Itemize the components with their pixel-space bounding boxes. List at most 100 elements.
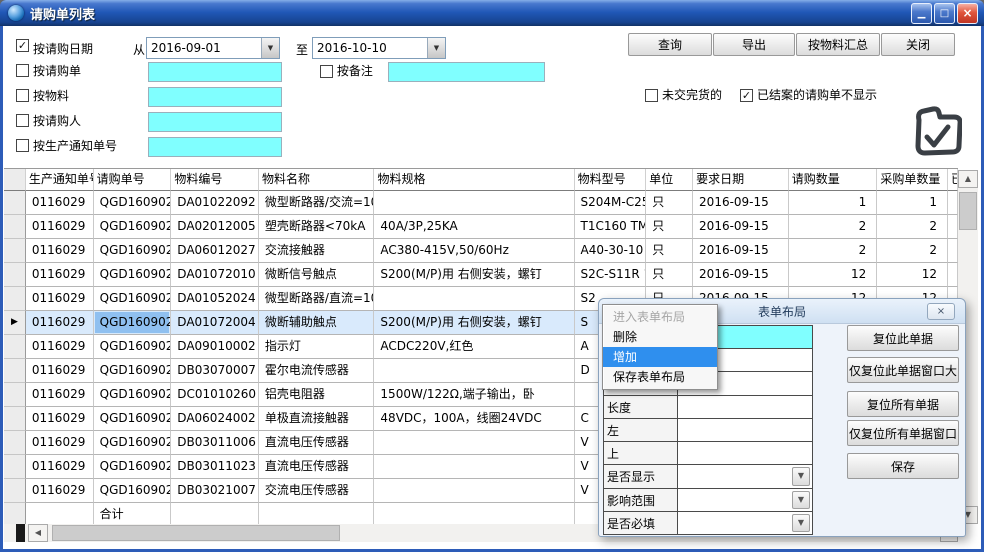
flag-checkbox[interactable]: ✓ [740,89,753,102]
table-cell[interactable]: 只 [646,215,693,239]
table-cell[interactable]: 塑壳断路器<70kA [259,215,375,239]
table-cell[interactable]: DA06012027 [171,239,259,263]
table-cell[interactable]: 2016-09-15 [693,191,789,215]
table-cell[interactable]: 2 [789,239,878,263]
table-cell[interactable] [948,263,958,287]
property-value[interactable] [678,442,812,464]
filter-input[interactable] [148,137,282,157]
dialog-button-5[interactable]: 保存 [847,453,959,479]
column-header[interactable]: 已 [948,169,958,191]
property-value[interactable]: ▼ [678,489,812,511]
table-cell[interactable]: 单极直流接触器 [259,407,375,431]
table-cell[interactable]: QGD160902001 [94,287,172,311]
remark-input[interactable] [388,62,545,82]
table-cell[interactable]: 0116029 [26,383,94,407]
action-button-3[interactable]: 按物料汇总 [796,33,880,56]
action-button-1[interactable]: 查询 [628,33,712,56]
date-from-combobox[interactable]: 2016-09-01 ▼ [146,37,280,59]
property-value[interactable]: ▼ [678,465,812,487]
filter-checkbox[interactable] [16,139,29,152]
record-selector[interactable] [4,431,26,455]
table-cell[interactable]: 0116029 [26,215,94,239]
flag-checkbox[interactable] [645,89,658,102]
table-cell[interactable] [374,359,574,383]
table-cell[interactable]: 微断信号触点 [259,263,375,287]
record-selector[interactable] [4,383,26,407]
table-cell[interactable] [374,431,574,455]
table-cell[interactable]: 铝壳电阻器 [259,383,375,407]
pane-splitter[interactable] [16,524,25,542]
table-cell[interactable]: DA01072010 [171,263,259,287]
table-cell[interactable]: ACDC220V,红色 [374,335,574,359]
remark-checkbox[interactable] [320,65,333,78]
table-row[interactable]: 0116029QGD160902001DA06012027交流接触器AC380-… [4,239,958,263]
table-cell[interactable]: QGD160902001 [94,263,172,287]
table-cell[interactable]: 48VDC，100A，线圈24VDC [374,407,574,431]
table-cell[interactable]: DB03011023 [171,455,259,479]
property-value[interactable]: ▼ [678,512,812,534]
table-row[interactable]: 0116029QGD160902001DA01072010微断信号触点S200(… [4,263,958,287]
scroll-left-icon[interactable]: ◀ [28,524,48,542]
chevron-down-icon[interactable]: ▼ [261,38,279,58]
column-header[interactable]: 物料名称 [259,169,375,191]
table-cell[interactable]: QGD160902001 [94,239,172,263]
table-cell[interactable]: 指示灯 [259,335,375,359]
record-selector[interactable] [4,407,26,431]
table-cell[interactable]: QGD160902001 [94,191,172,215]
menu-item[interactable]: 增加 [603,347,717,367]
table-cell[interactable]: 微型断路器/直流=10kA [259,287,375,311]
table-cell[interactable] [374,287,574,311]
table-row[interactable]: 0116029QGD160902001DA01022092微型断路器/交流=10… [4,191,958,215]
chevron-down-icon[interactable]: ▼ [792,467,810,485]
column-header[interactable]: 采购单数量 [877,169,948,191]
table-cell[interactable]: 0116029 [26,287,94,311]
column-header[interactable]: 要求日期 [693,169,789,191]
table-cell[interactable]: T1C160 TMD [575,215,647,239]
chevron-down-icon[interactable]: ▼ [792,491,810,509]
menu-item[interactable]: 删除 [603,327,717,347]
record-selector[interactable]: ▶ [4,311,26,335]
table-cell[interactable]: 2016-09-15 [693,263,789,287]
table-cell[interactable]: DB03021007 [171,479,259,503]
dialog-button-2[interactable]: 仅复位此单据窗口大小 [847,357,959,383]
record-selector[interactable] [4,215,26,239]
dialog-button-1[interactable]: 复位此单据 [847,325,959,351]
table-cell[interactable]: 12 [789,263,878,287]
table-cell[interactable]: 2016-09-15 [693,239,789,263]
table-cell[interactable] [948,191,958,215]
record-selector[interactable] [4,455,26,479]
property-value[interactable] [678,396,812,418]
table-cell[interactable]: 只 [646,263,693,287]
column-header[interactable]: 生产通知单号 [26,169,94,191]
table-cell[interactable]: QGD160902001 [94,215,172,239]
record-selector[interactable] [4,191,26,215]
table-cell[interactable]: QGD160902001 [94,479,172,503]
table-cell[interactable]: 微型断路器/交流=10kA [259,191,375,215]
filter-input[interactable] [148,62,282,82]
table-cell[interactable]: 只 [646,239,693,263]
table-cell[interactable]: 0116029 [26,191,94,215]
table-cell[interactable]: 0116029 [26,455,94,479]
table-cell[interactable]: DB03070007 [171,359,259,383]
table-cell[interactable]: 交流电压传感器 [259,479,375,503]
dialog-button-3[interactable]: 复位所有单据 [847,391,959,417]
table-cell[interactable]: 直流电压传感器 [259,455,375,479]
table-cell[interactable]: AC380-415V,50/60Hz [374,239,574,263]
table-cell[interactable] [948,239,958,263]
filter-checkbox[interactable] [16,114,29,127]
table-cell[interactable] [374,191,574,215]
table-cell[interactable]: 2 [789,215,878,239]
table-cell[interactable] [374,455,574,479]
table-cell[interactable]: DB03011006 [171,431,259,455]
folder-check-icon[interactable] [912,104,962,158]
table-cell[interactable]: 微断辅助触点 [259,311,375,335]
column-header[interactable]: 请购数量 [789,169,878,191]
table-cell[interactable] [948,215,958,239]
table-cell[interactable]: 0116029 [26,359,94,383]
record-selector[interactable] [4,479,26,503]
table-cell[interactable]: 0116029 [26,431,94,455]
action-button-2[interactable]: 导出 [713,33,795,56]
table-cell[interactable]: QGD160902001 [94,431,172,455]
vscroll-thumb[interactable] [959,192,977,230]
table-cell[interactable]: QGD160902001 [94,335,172,359]
